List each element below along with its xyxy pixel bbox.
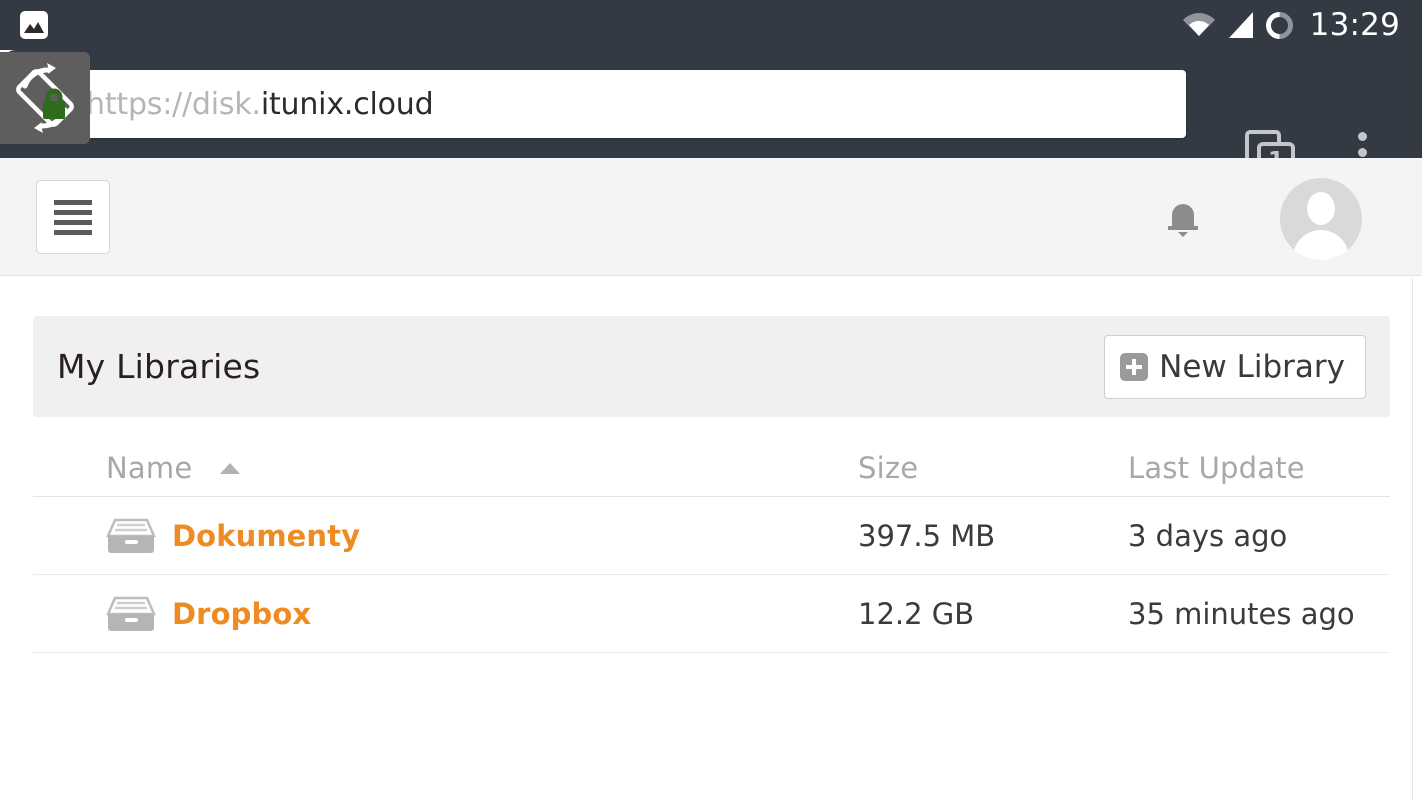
signal-strength-icon: [1228, 11, 1253, 38]
library-last-update-cell: 3 days ago: [1128, 518, 1288, 553]
status-bar-right: 13:29: [1182, 5, 1400, 45]
url-bar[interactable]: https://disk.itunix.cloud: [8, 70, 1186, 138]
column-header-size[interactable]: Size: [858, 451, 1128, 485]
table-row[interactable]: Dropbox 12.2 GB 35 minutes ago: [33, 575, 1390, 653]
table-row[interactable]: Dokumenty 397.5 MB 3 days ago: [33, 497, 1390, 575]
library-box-icon: [106, 594, 156, 634]
user-avatar-icon[interactable]: [1280, 178, 1362, 260]
kebab-dot: [1358, 148, 1367, 157]
avatar-body: [1293, 230, 1349, 260]
column-header-size-label: Size: [858, 451, 919, 485]
hamburger-bar: [54, 219, 92, 225]
library-last-update-cell: 35 minutes ago: [1128, 596, 1355, 631]
library-name-link[interactable]: Dropbox: [172, 597, 311, 631]
avatar-head: [1307, 192, 1335, 225]
url-scheme: https://disk.: [86, 86, 261, 122]
hamburger-bar: [54, 209, 92, 215]
library-name-cell: Dokumenty: [33, 516, 858, 556]
column-header-name-label: Name: [106, 451, 193, 485]
kebab-dot: [1358, 132, 1367, 141]
library-size-cell: 397.5 MB: [858, 518, 996, 553]
page-title: My Libraries: [57, 347, 261, 386]
page-scrollbar[interactable]: [1412, 277, 1413, 800]
gallery-notification-icon[interactable]: [20, 11, 48, 39]
bell-icon[interactable]: [1162, 196, 1204, 240]
library-name-cell: Dropbox: [33, 594, 858, 634]
screen-rotation-lock-icon[interactable]: [0, 52, 90, 144]
browser-toolbar: https://disk.itunix.cloud 1: [0, 50, 1422, 180]
android-status-bar: 13:29: [0, 0, 1422, 50]
new-library-button[interactable]: New Library: [1104, 334, 1366, 399]
libraries-table: Name Size Last Update Dokumenty 397.5 MB…: [33, 440, 1390, 653]
main-content: My Libraries New Library Name Size Last …: [0, 277, 1422, 800]
hamburger-bar: [54, 229, 92, 235]
hamburger-bar: [54, 199, 92, 205]
column-header-name[interactable]: Name: [33, 451, 858, 485]
status-bar-clock: 13:29: [1309, 7, 1400, 43]
wifi-icon: [1182, 10, 1216, 40]
app-header-bar: [0, 158, 1422, 381]
library-box-icon: [106, 516, 156, 556]
url-text: https://disk.itunix.cloud: [86, 86, 434, 122]
libraries-panel-header: My Libraries New Library: [33, 316, 1390, 417]
plus-square-icon: [1120, 352, 1149, 381]
battery-circle-icon: [1260, 5, 1299, 45]
library-size-cell: 12.2 GB: [858, 596, 975, 631]
new-library-label: New Library: [1159, 348, 1345, 385]
column-header-last-update[interactable]: Last Update: [1128, 451, 1390, 485]
column-header-last-update-label: Last Update: [1128, 451, 1305, 485]
library-name-link[interactable]: Dokumenty: [172, 519, 360, 553]
table-header-row: Name Size Last Update: [33, 440, 1390, 497]
sort-ascending-icon: [220, 462, 241, 474]
url-domain: itunix.cloud: [260, 86, 434, 122]
hamburger-menu-button[interactable]: [36, 180, 110, 254]
status-bar-left: [20, 11, 48, 39]
